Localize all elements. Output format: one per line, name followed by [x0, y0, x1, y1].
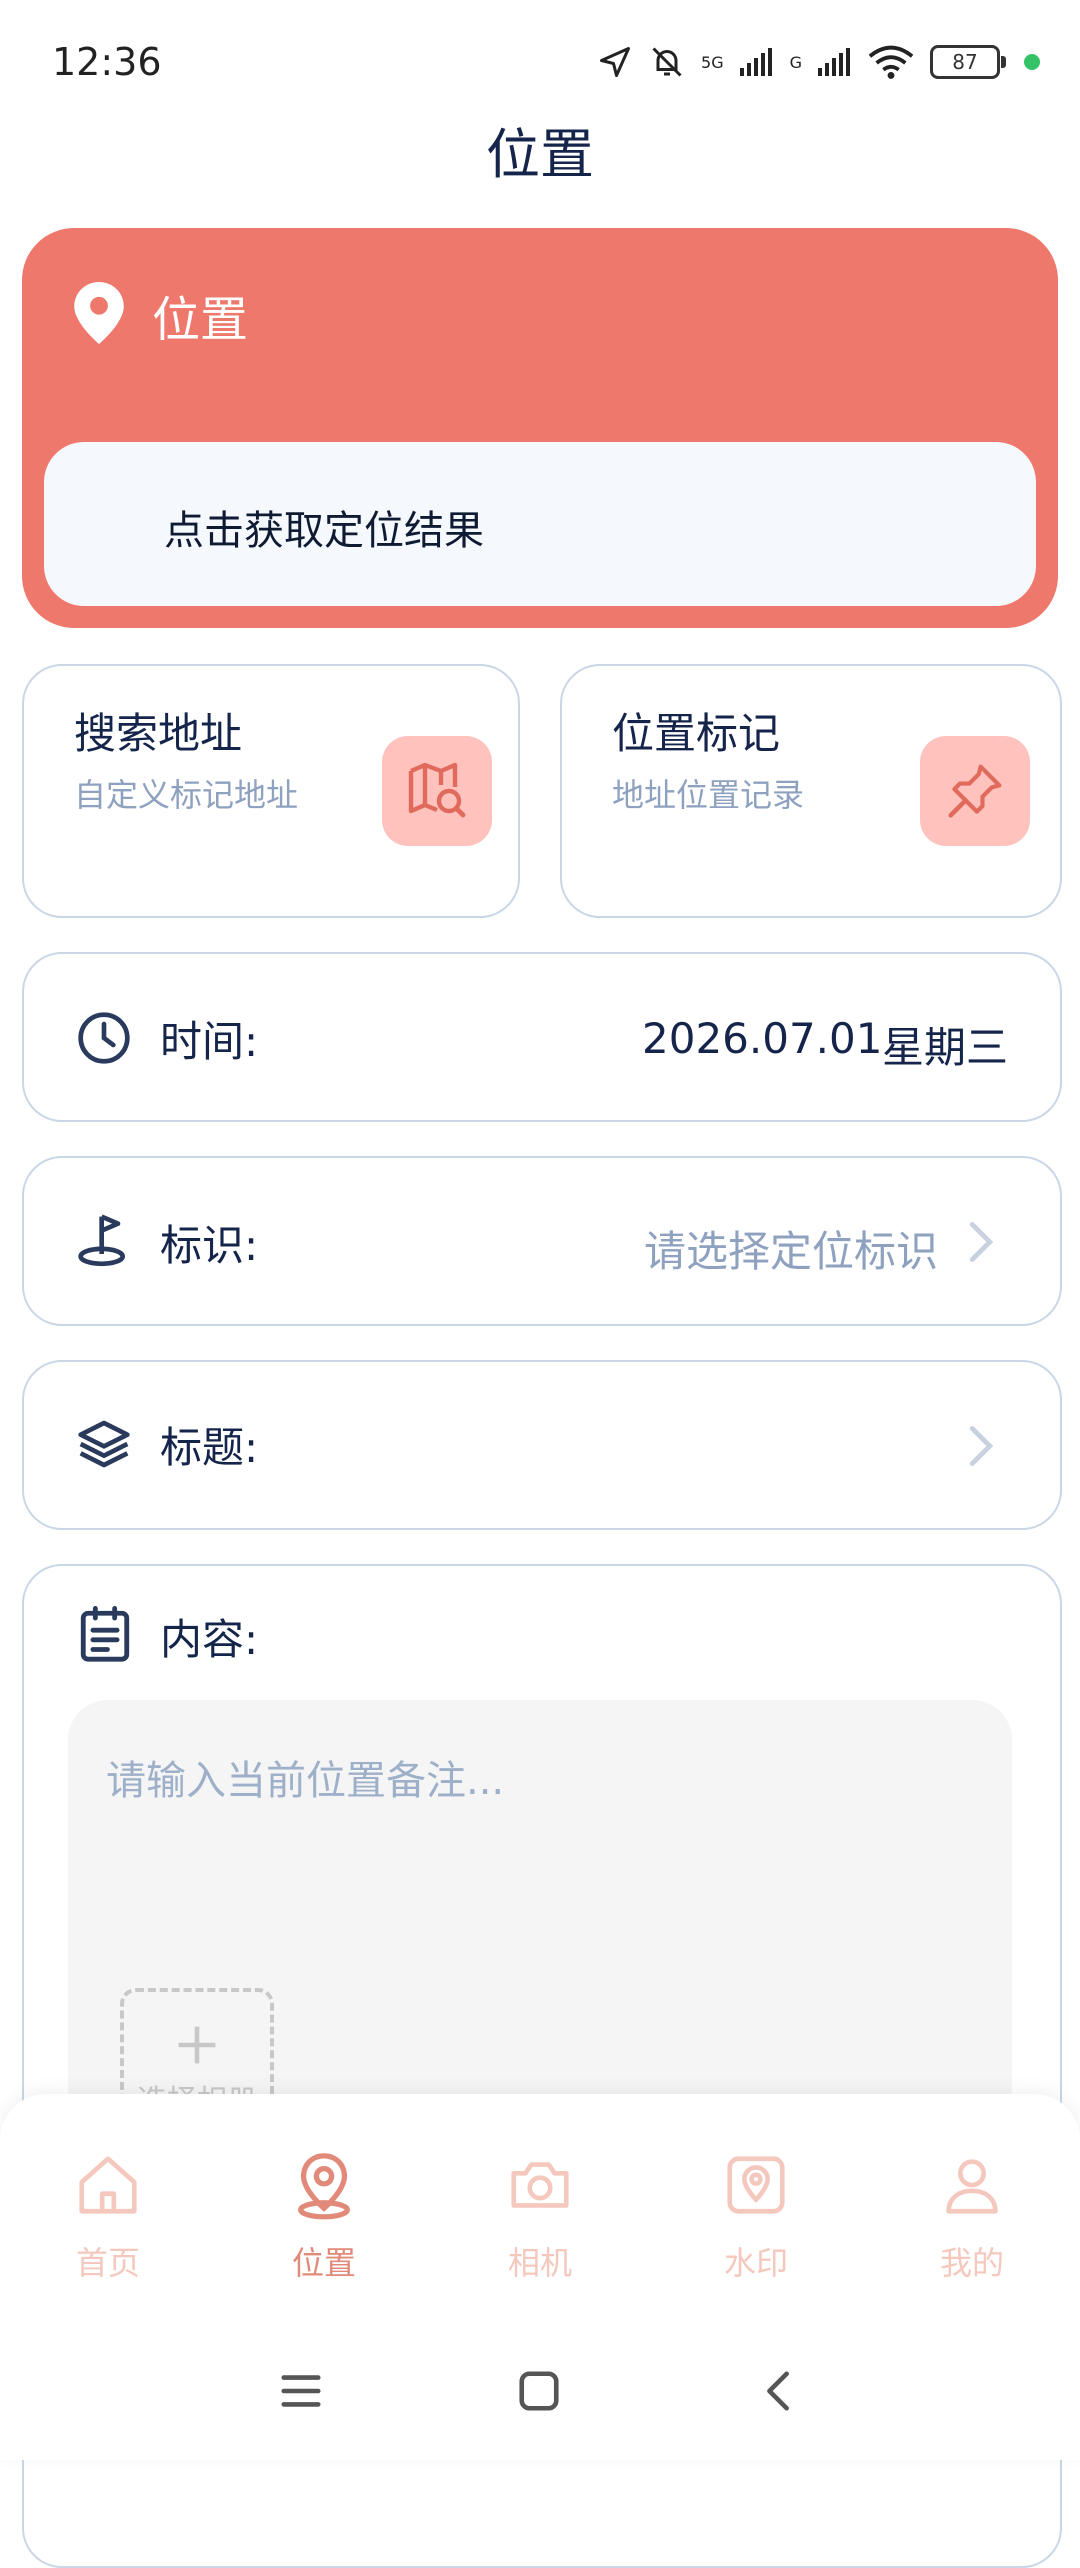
status-time: 12:36 — [52, 40, 162, 84]
battery-indicator: 87 — [930, 45, 1006, 79]
location-card-label: 位置 — [152, 292, 249, 348]
location-pin-icon — [74, 282, 124, 344]
search-address-icon-box[interactable] — [382, 736, 492, 846]
content-placeholder[interactable]: 请输入当前位置备注... — [106, 1748, 504, 1806]
system-home-icon[interactable] — [516, 2368, 562, 2414]
nav-watermark-label: 水印 — [723, 2244, 788, 2282]
chevron-right-icon — [969, 1425, 994, 1467]
marker-placeholder[interactable]: 请选择定位标识 — [644, 1218, 938, 1279]
time-date: 2026.07.01 — [642, 1014, 883, 1063]
location-result-text[interactable]: 点击获取定位结果 — [164, 498, 484, 556]
home-icon — [79, 2156, 137, 2214]
watermark-icon — [727, 2156, 785, 2214]
nav-location[interactable]: 位置 — [234, 2150, 414, 2284]
profile-icon — [946, 2159, 998, 2214]
nav-profile[interactable]: 我的 — [882, 2150, 1062, 2284]
nav-location-label: 位置 — [291, 2244, 356, 2282]
notes-icon — [80, 1606, 130, 1662]
title-label: 标题: — [160, 1423, 259, 1472]
time-weekday: 星期三 — [882, 1023, 1009, 1072]
nav-profile-label: 我的 — [939, 2244, 1004, 2282]
clock-icon — [78, 1012, 130, 1064]
location-marker-icon-box[interactable] — [920, 736, 1030, 846]
nav-home-label: 首页 — [75, 2244, 140, 2282]
location-icon — [298, 2153, 350, 2220]
nav-watermark[interactable]: 水印 — [666, 2150, 846, 2284]
chevron-right-icon — [969, 1221, 994, 1263]
search-address-subtitle: 自定义标记地址 — [74, 776, 299, 814]
privacy-indicator-dot — [1024, 54, 1040, 70]
wifi-icon — [868, 45, 914, 79]
page-title: 位置 — [486, 123, 594, 186]
marker-label: 标识: — [160, 1221, 259, 1270]
search-address-title: 搜索地址 — [74, 709, 243, 758]
navigation-icon — [600, 47, 631, 77]
system-menu-icon[interactable] — [278, 2368, 324, 2414]
time-label: 时间: — [160, 1017, 259, 1066]
plus-icon — [178, 2026, 216, 2064]
location-marker-subtitle: 地址位置记录 — [612, 776, 805, 814]
network-g-label: G — [789, 52, 802, 72]
status-icons: 5G G 87 — [597, 44, 1040, 80]
battery-level: 87 — [952, 50, 978, 74]
network-5g-label: 5G — [701, 52, 724, 72]
mute-bell-icon — [652, 47, 682, 77]
content-label: 内容: — [160, 1615, 259, 1664]
system-back-icon[interactable] — [756, 2368, 802, 2414]
signal-icon — [739, 48, 772, 76]
layers-icon — [78, 1420, 130, 1468]
nav-camera-label: 相机 — [507, 2244, 572, 2282]
location-marker-title: 位置标记 — [612, 709, 781, 758]
camera-icon — [511, 2162, 569, 2208]
pin-icon — [948, 764, 1002, 818]
map-search-icon — [408, 762, 466, 818]
nav-home[interactable]: 首页 — [18, 2150, 198, 2284]
flag-marker-icon — [78, 1214, 125, 1267]
signal-icon-2 — [818, 48, 850, 76]
nav-camera[interactable]: 相机 — [450, 2150, 630, 2284]
